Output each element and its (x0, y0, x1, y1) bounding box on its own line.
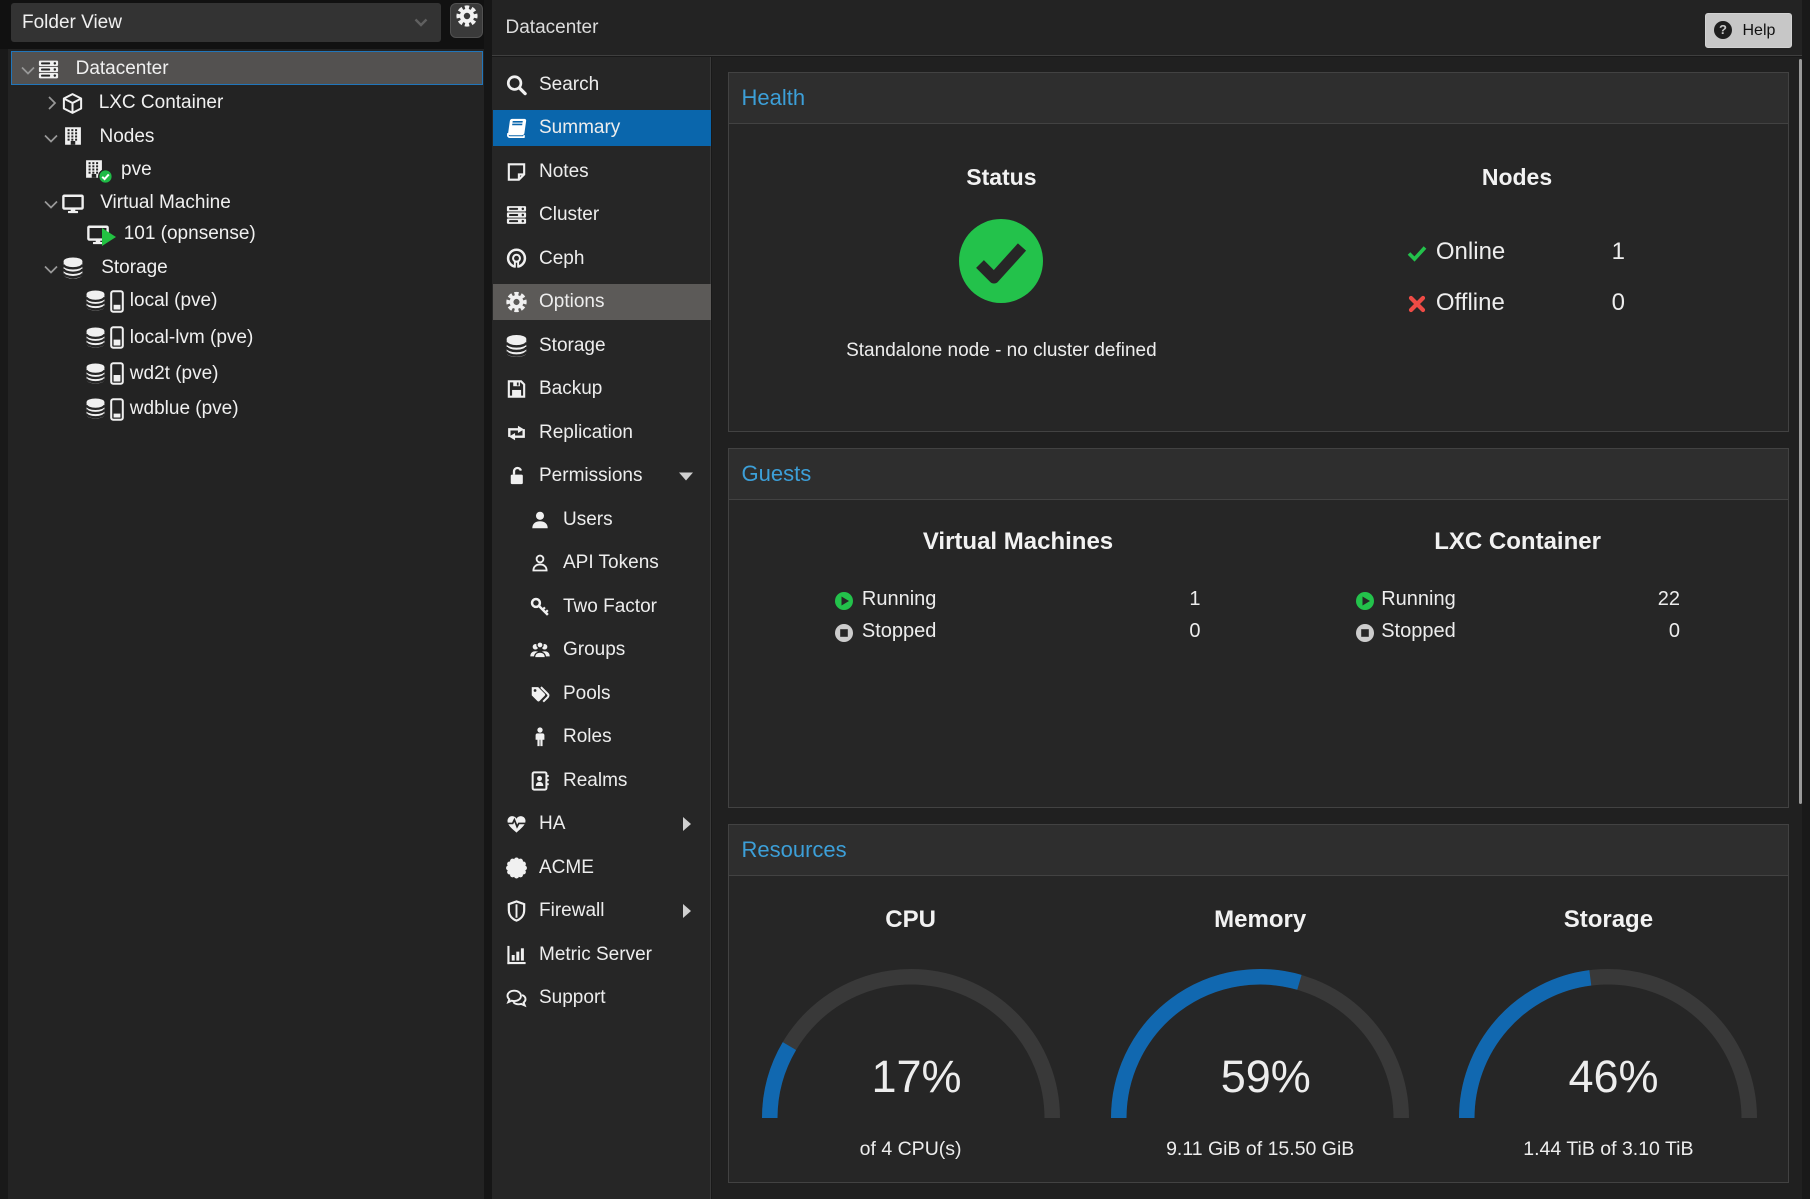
svg-text:?: ? (1719, 22, 1727, 37)
